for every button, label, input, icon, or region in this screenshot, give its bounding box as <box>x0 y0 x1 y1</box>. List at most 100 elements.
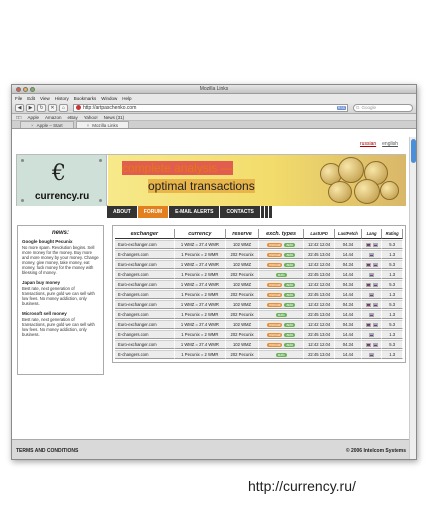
col-exchanger[interactable]: exchanger <box>115 229 175 239</box>
table-row[interactable]: Euro-exchanger.com 1 WMZ = 27.4 WMR 102 WM… <box>115 240 403 249</box>
cell-reserve: 202 Pecunix <box>226 330 259 339</box>
table-row[interactable]: Euro-exchanger.com 1 WMZ = 27.4 WMR 102 WM… <box>115 260 403 269</box>
lang-russian-link[interactable]: russian <box>360 141 376 147</box>
exch-type-badge: manual <box>266 333 283 337</box>
nav-forum[interactable]: FORUM <box>137 206 169 218</box>
cell-lang <box>361 240 383 249</box>
table-row[interactable]: E-changers.com 1 Pecunix = 2 WMR 202 Pecun… <box>115 310 403 319</box>
table-row[interactable]: Euro-exchanger.com 1 WMZ = 27.4 WMR 102 WM… <box>115 320 403 329</box>
cell-currency: 1 Pecunix = 2 WMR <box>174 250 227 259</box>
cell-exchanger[interactable]: Euro-exchanger.com <box>115 240 175 249</box>
back-icon[interactable]: ◀ <box>15 103 24 112</box>
search-input[interactable]: G Google <box>353 103 413 112</box>
bookmark-yahoo[interactable]: Yahoo! <box>84 115 98 120</box>
tab-apple-start[interactable]: × Apple – Start <box>20 121 74 128</box>
coin-icon <box>380 181 399 200</box>
cell-currency: 1 WMZ = 27.4 WMR <box>174 300 227 309</box>
flag-ru-icon <box>369 352 375 357</box>
table-row[interactable]: E-changers.com 1 Pecunix = 2 WMR 202 Pecun… <box>115 330 403 339</box>
cell-rating: 5.3 <box>382 260 403 269</box>
cell-exchanger[interactable]: E-changers.com <box>115 270 175 279</box>
table-row[interactable]: Euro-exchanger.com 1 WMZ = 27.4 WMR 102 WM… <box>115 340 403 349</box>
cell-exch-types: manual auto <box>258 290 305 299</box>
cell-exchanger[interactable]: E-changers.com <box>115 290 175 299</box>
menu-file[interactable]: File <box>15 96 22 101</box>
cell-exch-types: manual auto <box>258 320 305 329</box>
exch-type-badge: auto <box>284 243 296 247</box>
google-icon: G <box>356 105 360 110</box>
col-currency[interactable]: currency <box>174 229 227 239</box>
flag-ru-icon <box>372 282 378 287</box>
cell-exchanger[interactable]: E-changers.com <box>115 350 175 359</box>
scrollbar-thumb[interactable] <box>411 139 416 163</box>
bookmark-amazon[interactable]: Amazon <box>45 115 62 120</box>
cell-exchanger[interactable]: E-changers.com <box>115 310 175 319</box>
menu-help[interactable]: Help <box>122 96 131 101</box>
banner: complete analysis — optimal transactions <box>108 155 406 206</box>
close-tab-icon[interactable]: × <box>31 122 34 128</box>
col-lang[interactable]: Lang <box>361 229 383 239</box>
table-row[interactable]: E-changers.com 1 Pecunix = 2 WMR 202 Pecun… <box>115 250 403 259</box>
copyright: © 2006 Intelcom Systems <box>345 447 406 454</box>
news-item: Google bought Pecunix No more spam. Revo… <box>22 239 99 275</box>
page-content: russian english € currency.ru complete a… <box>12 137 410 459</box>
exch-type-badge: auto <box>284 303 296 307</box>
cell-exchanger[interactable]: Euro-exchanger.com <box>115 260 175 269</box>
nav-contacts[interactable]: CONTACTS <box>220 206 260 218</box>
address-bar[interactable]: http://artpaschenko.com RSS <box>73 103 348 112</box>
reload-icon[interactable]: ↻ <box>37 103 46 112</box>
close-tab-icon[interactable]: × <box>87 122 90 128</box>
news-item-title[interactable]: Google bought Pecunix <box>22 239 99 244</box>
home-icon[interactable]: ⌂ <box>59 103 68 112</box>
table-row[interactable]: E-changers.com 1 Pecunix = 2 WMR 202 Pecun… <box>115 270 403 279</box>
flag-ru-icon <box>372 262 378 267</box>
bookmark-apple[interactable]: Apple <box>27 115 39 120</box>
tab-mozilla-links[interactable]: × Mozilla Links <box>75 121 130 128</box>
scrollbar[interactable] <box>409 137 416 459</box>
table-row[interactable]: Euro-exchanger.com 1 WMZ = 27.4 WMR 102 WM… <box>115 300 403 309</box>
menu-bookmarks[interactable]: Bookmarks <box>74 96 97 101</box>
col-rating[interactable]: Rating <box>382 229 403 239</box>
bookmarks-icon[interactable]: □□ <box>16 115 21 120</box>
menu-history[interactable]: History <box>55 96 69 101</box>
bookmark-ebay[interactable]: eBay <box>67 115 77 120</box>
exch-type-badge: manual <box>266 243 283 247</box>
exch-type-badge: manual <box>266 293 283 297</box>
rss-icon[interactable]: RSS <box>336 105 346 110</box>
menu-edit[interactable]: Edit <box>27 96 35 101</box>
cell-exchanger[interactable]: E-changers.com <box>115 250 175 259</box>
navigation-toolbar: ◀ ▶ ↻ ✕ ⌂ http://artpaschenko.com RSS G … <box>12 102 416 114</box>
nav-about[interactable]: ABOUT <box>107 206 137 218</box>
site-logo[interactable]: € currency.ru <box>17 155 107 206</box>
news-item-title[interactable]: Japan buy money <box>22 280 99 285</box>
cell-currency: 1 WMZ = 27.4 WMR <box>174 340 227 349</box>
nav-email-alerts[interactable]: E-MAIL ALERTS <box>169 206 220 218</box>
cell-exchanger[interactable]: Euro-exchanger.com <box>115 320 175 329</box>
exch-type-badge: manual <box>266 303 283 307</box>
table-row[interactable]: E-changers.com 1 Pecunix = 2 WMR 202 Pecun… <box>115 290 403 299</box>
lang-english-link[interactable]: english <box>382 141 398 147</box>
terms-link[interactable]: TERMS AND CONDITIONS <box>16 448 78 454</box>
stop-icon[interactable]: ✕ <box>48 103 57 112</box>
flag-ru-icon <box>369 252 375 257</box>
forward-icon[interactable]: ▶ <box>26 103 35 112</box>
cell-rating: 1.3 <box>382 250 403 259</box>
news-item-title[interactable]: Microsoft sell money <box>22 311 99 316</box>
cell-currency: 1 Pecunix = 2 WMR <box>174 330 227 339</box>
cell-exchanger[interactable]: Euro-exchanger.com <box>115 300 175 309</box>
cell-exchanger[interactable]: Euro-exchanger.com <box>115 340 175 349</box>
bookmark-news[interactable]: News (31) <box>104 115 125 120</box>
menu-view[interactable]: View <box>40 96 50 101</box>
news-item-body: Best rate, next generation of transactio… <box>22 286 95 307</box>
menu-window[interactable]: Window <box>101 96 117 101</box>
table-row[interactable]: E-changers.com 1 Pecunix = 2 WMR 202 Pecun… <box>115 350 403 359</box>
euro-icon: € <box>52 161 66 186</box>
table-row[interactable]: Euro-exchanger.com 1 WMZ = 27.4 WMR 102 WM… <box>115 280 403 289</box>
col-reserve[interactable]: reserve <box>226 229 259 239</box>
col-exch-types[interactable]: exch. types <box>258 229 305 239</box>
col-last-fetch[interactable]: LastFetch <box>335 229 362 239</box>
screenshot: Mozilla Links File Edit View History Boo… <box>0 0 429 532</box>
cell-exchanger[interactable]: Euro-exchanger.com <box>115 280 175 289</box>
col-last-upd[interactable]: LastUPD <box>304 229 336 239</box>
cell-exchanger[interactable]: E-changers.com <box>115 330 175 339</box>
